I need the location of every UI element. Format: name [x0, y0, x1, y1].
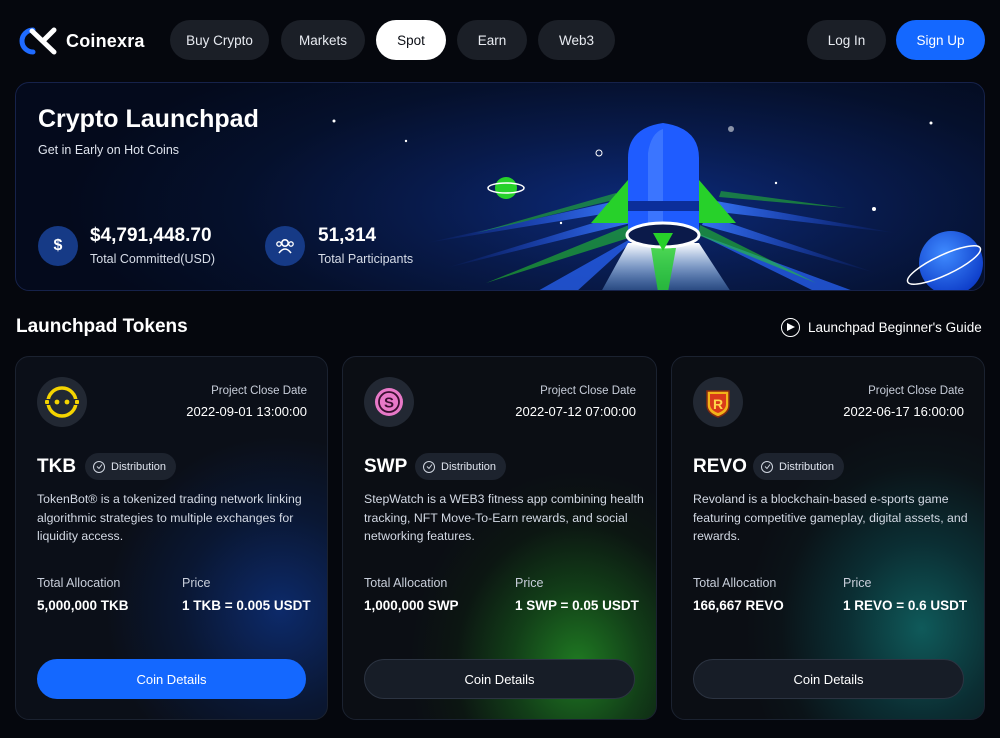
price-value: 1 REVO = 0.6 USDT: [843, 598, 968, 613]
svg-text:S: S: [384, 395, 394, 412]
price-label: Price: [843, 576, 872, 590]
token-description: StepWatch is a WEB3 fitness app combinin…: [364, 492, 644, 543]
close-date-label: Project Close Date: [540, 385, 636, 397]
total-committed-value: $4,791,448.70: [90, 225, 212, 246]
nav-item-web3[interactable]: Web3: [538, 20, 615, 60]
token-description: TokenBot® is a tokenized trading network…: [37, 492, 302, 543]
launchpad-hero-banner: Crypto Launchpad Get in Early on Hot Coi…: [15, 82, 985, 291]
nav-item-buy-crypto[interactable]: Buy Crypto: [170, 20, 269, 60]
status-label: Distribution: [111, 460, 167, 473]
status-badge: Distribution: [415, 453, 507, 480]
section-title: Launchpad Tokens: [16, 316, 188, 337]
check-circle-icon: [93, 460, 105, 473]
tokenbot-logo-icon: [37, 377, 87, 427]
total-allocation-value: 166,667 REVO: [693, 598, 784, 613]
token-description: Revoland is a blockchain-based e-sports …: [693, 492, 968, 543]
stepwatch-logo-icon: S: [364, 377, 414, 427]
token-symbol: TKB: [37, 456, 77, 477]
dollar-icon: $: [38, 226, 78, 266]
token-symbol: SWP: [364, 456, 408, 477]
status-label: Distribution: [441, 460, 497, 473]
total-committed-label: Total Committed(USD): [90, 252, 216, 266]
total-allocation-label: Total Allocation: [364, 576, 448, 590]
nav-item-spot[interactable]: Spot: [376, 20, 446, 60]
status-badge: Distribution: [85, 453, 177, 480]
token-card-tkb: Project Close Date 2022-09-01 13:00:00 T…: [15, 356, 328, 720]
check-circle-icon: [423, 460, 435, 473]
hero-title: Crypto Launchpad: [38, 105, 259, 133]
close-date-label: Project Close Date: [868, 385, 964, 397]
hero-subtitle: Get in Early on Hot Coins: [38, 143, 180, 157]
revoland-logo-icon: R: [693, 377, 743, 427]
close-date-value: 2022-07-12 07:00:00: [515, 404, 636, 419]
check-circle-icon: [761, 460, 773, 473]
nav-item-earn[interactable]: Earn: [457, 20, 527, 60]
price-label: Price: [182, 576, 211, 590]
svg-text:R: R: [713, 396, 723, 412]
brand-logo[interactable]: Coinexra: [16, 24, 145, 58]
total-allocation-value: 5,000,000 TKB: [37, 598, 129, 613]
status-badge: Distribution: [753, 453, 845, 480]
close-date-value: 2022-06-17 16:00:00: [843, 404, 964, 419]
total-allocation-value: 1,000,000 SWP: [364, 598, 459, 613]
top-nav: Coinexra Buy Crypto Markets Spot Earn We…: [0, 0, 1000, 80]
brand-name: Coinexra: [66, 30, 145, 51]
users-icon: [265, 226, 305, 266]
status-label: Distribution: [779, 460, 835, 473]
total-participants-value: 51,314: [318, 225, 377, 246]
signup-button[interactable]: Sign Up: [896, 20, 985, 60]
total-participants-label: Total Participants: [318, 252, 414, 266]
coin-details-button[interactable]: Coin Details: [693, 659, 964, 699]
total-allocation-label: Total Allocation: [37, 576, 121, 590]
beginners-guide-link[interactable]: Launchpad Beginner's Guide: [781, 316, 982, 338]
coin-details-button[interactable]: Coin Details: [364, 659, 635, 699]
price-value: 1 TKB = 0.005 USDT: [182, 598, 311, 613]
close-date-value: 2022-09-01 13:00:00: [186, 404, 307, 419]
coinexra-logo-icon: [19, 27, 57, 55]
token-symbol: REVO: [693, 456, 747, 477]
coin-details-button[interactable]: Coin Details: [37, 659, 306, 699]
login-button[interactable]: Log In: [807, 20, 886, 60]
token-card-swp: S Project Close Date 2022-07-12 07:00:00…: [342, 356, 657, 720]
price-value: 1 SWP = 0.05 USDT: [515, 598, 639, 613]
guide-label: Launchpad Beginner's Guide: [808, 319, 982, 335]
total-allocation-label: Total Allocation: [693, 576, 777, 590]
price-label: Price: [515, 576, 544, 590]
play-icon: [781, 317, 800, 337]
close-date-label: Project Close Date: [211, 385, 307, 397]
token-card-revo: R Project Close Date 2022-06-17 16:00:00…: [671, 356, 985, 720]
nav-item-markets[interactable]: Markets: [281, 20, 365, 60]
